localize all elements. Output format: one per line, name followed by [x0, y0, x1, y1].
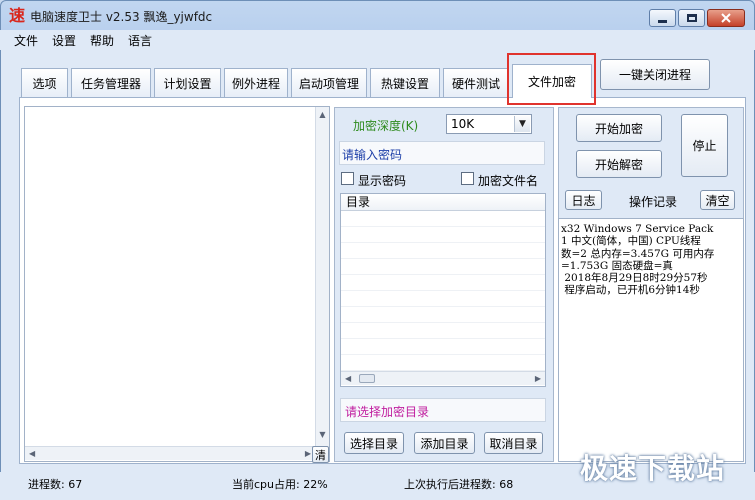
close-all-processes-button[interactable]: 一键关闭进程	[600, 59, 710, 90]
menu-bar: 文件 设置 帮助 语言	[0, 30, 755, 50]
tab-task-manager[interactable]: 任务管理器	[71, 68, 151, 98]
scroll-up-icon[interactable]: ▲	[316, 110, 329, 119]
window-title: 电脑速度卫士 v2.53 飘逸_yjwfdc	[30, 10, 213, 24]
password-placeholder: 请输入密码	[342, 148, 403, 162]
last-process-count: 上次执行后进程数: 68	[404, 478, 514, 491]
directory-rows	[341, 211, 545, 371]
minimize-button[interactable]	[649, 9, 676, 27]
directory-list-header: 目录	[341, 194, 545, 211]
operation-log-text: x32 Windows 7 Service Pack 1 中文(简体，中国) C…	[561, 223, 715, 297]
scroll-left-icon[interactable]: ◀	[29, 449, 35, 458]
directory-list-hscroll[interactable]: ◀ ▶	[341, 371, 545, 385]
tab-schedule[interactable]: 计划设置	[154, 68, 221, 98]
file-list[interactable]	[24, 106, 330, 462]
watermark: 极速下载站	[580, 452, 726, 485]
maximize-button[interactable]	[678, 9, 705, 27]
minimize-icon	[658, 19, 667, 23]
encryption-depth-value: 10K	[451, 117, 475, 131]
show-password-label: 显示密码	[358, 174, 407, 188]
encryption-depth-select[interactable]: 10K ▼	[446, 114, 532, 134]
log-button[interactable]: 日志	[565, 190, 602, 210]
maximize-icon	[686, 14, 697, 22]
tab-hotkeys[interactable]: 热键设置	[370, 68, 440, 98]
scroll-left-icon[interactable]: ◀	[345, 374, 351, 383]
operation-log-title: 操作记录	[629, 195, 678, 209]
select-directory-hint-text: 请选择加密目录	[345, 405, 430, 419]
select-directory-hint: 请选择加密目录	[340, 398, 546, 422]
clear-log-button[interactable]: 清空	[700, 190, 735, 210]
show-password-checkbox[interactable]	[341, 172, 354, 185]
encrypt-filename-label: 加密文件名	[478, 174, 539, 188]
menu-language[interactable]: 语言	[121, 30, 159, 50]
tab-options[interactable]: 选项	[21, 68, 68, 98]
app-logo-icon: 速	[8, 6, 25, 25]
encryption-depth-label: 加密深度(K)	[353, 119, 419, 133]
menu-help[interactable]: 帮助	[83, 30, 121, 50]
select-directory-button[interactable]: 选择目录	[344, 432, 404, 454]
clear-list-button[interactable]: 清	[312, 446, 329, 463]
stop-button[interactable]: 停止	[681, 114, 728, 177]
tab-startup[interactable]: 启动项管理	[291, 68, 367, 98]
cpu-usage: 当前cpu占用: 22%	[232, 478, 328, 491]
password-field[interactable]: 请输入密码	[339, 141, 545, 165]
start-decrypt-button[interactable]: 开始解密	[576, 150, 662, 178]
operation-log[interactable]: x32 Windows 7 Service Pack 1 中文(简体，中国) C…	[558, 218, 744, 462]
file-list-hscroll[interactable]: ◀ ▶	[25, 446, 315, 460]
close-icon	[721, 13, 731, 23]
encrypt-filename-checkbox[interactable]	[461, 172, 474, 185]
close-window-button[interactable]	[707, 9, 745, 27]
scroll-right-icon[interactable]: ▶	[535, 374, 541, 383]
add-directory-button[interactable]: 添加目录	[414, 432, 475, 454]
tab-hardware-test[interactable]: 硬件测试	[443, 68, 509, 98]
scroll-thumb[interactable]	[359, 374, 375, 383]
tab-exceptions[interactable]: 例外进程	[224, 68, 288, 98]
scroll-right-icon[interactable]: ▶	[305, 449, 311, 458]
cancel-directory-button[interactable]: 取消目录	[484, 432, 543, 454]
file-list-vscroll[interactable]: ▲ ▼	[315, 107, 329, 446]
menu-file[interactable]: 文件	[7, 30, 45, 50]
active-tab-highlight	[507, 53, 596, 105]
start-encrypt-button[interactable]: 开始加密	[576, 114, 662, 142]
directory-list[interactable]: 目录 ◀ ▶	[340, 193, 546, 387]
process-count: 进程数: 67	[28, 478, 83, 491]
menu-settings[interactable]: 设置	[45, 30, 83, 50]
scroll-down-icon[interactable]: ▼	[316, 430, 329, 439]
chevron-down-icon[interactable]: ▼	[514, 116, 530, 132]
